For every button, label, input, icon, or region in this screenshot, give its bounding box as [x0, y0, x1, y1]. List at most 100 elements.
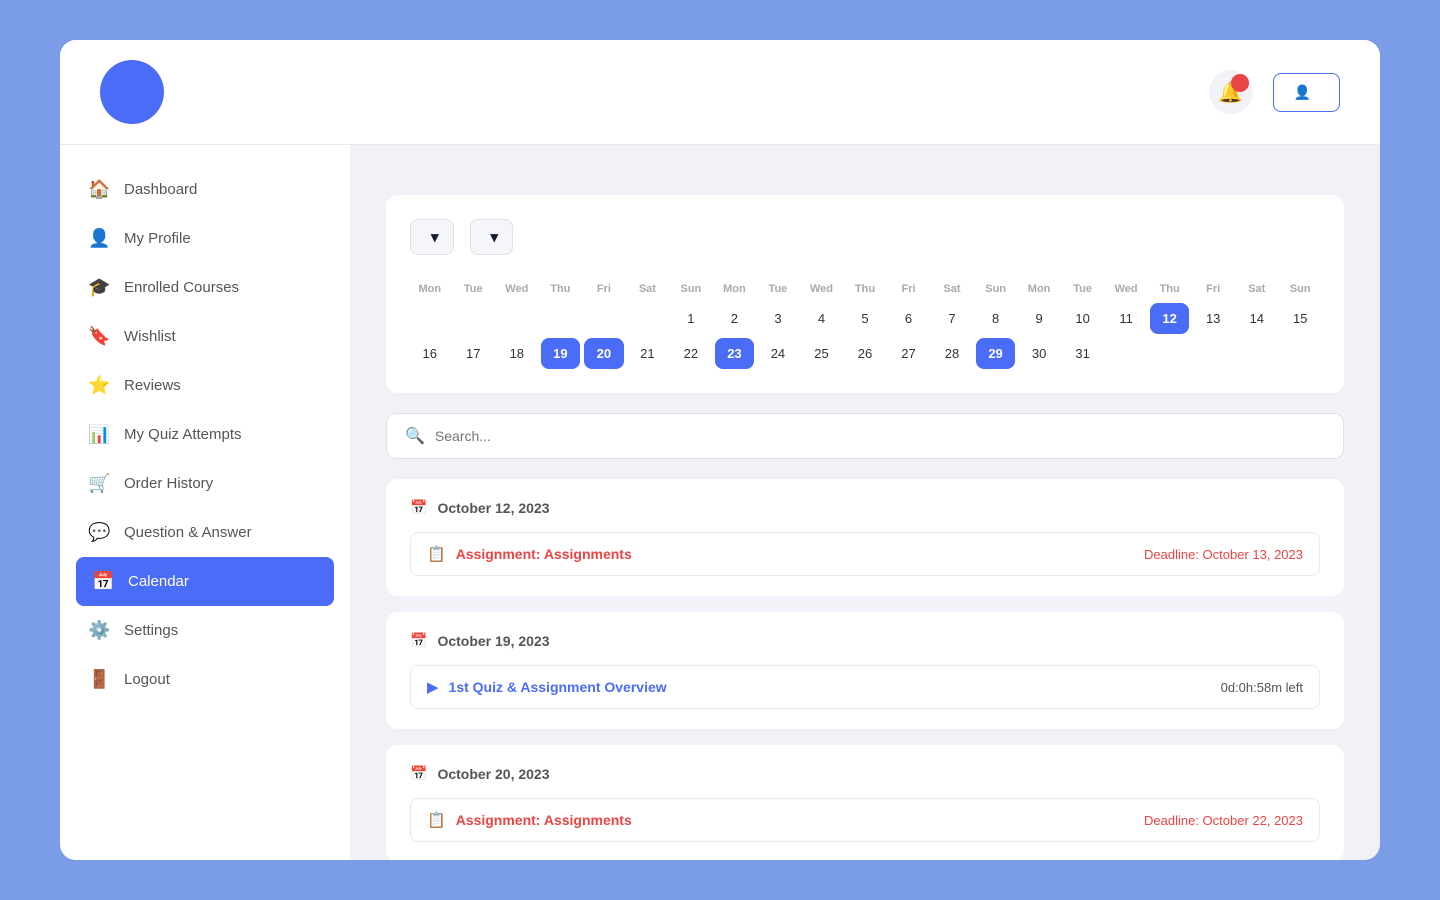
day-header: Sat — [628, 279, 668, 299]
notification-badge — [1231, 74, 1249, 92]
event-item[interactable]: ▶1st Quiz & Assignment Overview0d:0h:58m… — [410, 665, 1320, 709]
event-time-left: 0d:0h:58m left — [1221, 680, 1303, 695]
app-container: 🔔 👤 🏠 Dashboard 👤 My Profile 🎓 Enrolled — [60, 40, 1380, 860]
day-cell-empty — [454, 303, 494, 334]
search-icon: 🔍 — [405, 426, 425, 446]
calendar-icon: 📅 — [92, 571, 114, 592]
sidebar-item-order-history[interactable]: 🛒 Order History — [60, 459, 350, 508]
day-header: Mon — [715, 279, 755, 299]
day-cell[interactable]: 31 — [1063, 338, 1103, 369]
sidebar-label-my-profile: My Profile — [124, 230, 191, 247]
day-cell[interactable]: 16 — [410, 338, 450, 369]
day-cell[interactable]: 6 — [889, 303, 929, 334]
day-header: Fri — [1193, 279, 1233, 299]
day-cell[interactable]: 5 — [845, 303, 885, 334]
event-deadline: Deadline: October 13, 2023 — [1144, 547, 1303, 562]
day-cell[interactable]: 1 — [671, 303, 711, 334]
event-item-left: 📋 Assignment: Assignments — [427, 545, 632, 563]
day-header: Thu — [1150, 279, 1190, 299]
day-cell[interactable]: 14 — [1237, 303, 1277, 334]
event-item[interactable]: 📋Assignment: AssignmentsDeadline: Octobe… — [410, 798, 1320, 842]
year-select[interactable]: ▾ — [470, 219, 514, 255]
day-cell[interactable]: 2 — [715, 303, 755, 334]
event-item-left: 📋Assignment: Assignments — [427, 811, 632, 829]
day-cell-empty — [1193, 338, 1233, 369]
calendar-small-icon: 📅 — [410, 499, 427, 516]
event-date-text: October 19, 2023 — [437, 633, 549, 649]
day-cell[interactable]: 11 — [1106, 303, 1146, 334]
sidebar-item-dashboard[interactable]: 🏠 Dashboard — [60, 165, 350, 214]
event-section: 📅 October 12, 2023 📋 Assignment: Assignmen… — [386, 479, 1344, 596]
day-header: Sat — [1237, 279, 1277, 299]
day-cell[interactable]: 24 — [758, 338, 798, 369]
day-cell-empty — [1106, 338, 1146, 369]
notification-button[interactable]: 🔔 — [1209, 70, 1253, 114]
become-instructor-button[interactable]: 👤 — [1273, 73, 1340, 112]
day-cell[interactable]: 27 — [889, 338, 929, 369]
day-cell[interactable]: 17 — [454, 338, 494, 369]
event-date-header: 📅 October 12, 2023 — [410, 499, 1320, 516]
day-header: Fri — [889, 279, 929, 299]
day-cell[interactable]: 12 — [1150, 303, 1190, 334]
events-container: 📅 October 12, 2023 📋 Assignment: Assignmen… — [386, 479, 1344, 860]
day-header: Wed — [1106, 279, 1146, 299]
quiz-icon: ▶ — [427, 678, 439, 696]
day-cell[interactable]: 28 — [932, 338, 972, 369]
day-cell[interactable]: 18 — [497, 338, 537, 369]
sidebar-item-quiz-attempts[interactable]: 📊 My Quiz Attempts — [60, 410, 350, 459]
day-cell[interactable]: 7 — [932, 303, 972, 334]
day-cell[interactable]: 13 — [1193, 303, 1233, 334]
event-label: Assignment: Assignments — [456, 546, 632, 562]
day-header: Tue — [758, 279, 798, 299]
event-date-header: 📅 October 20, 2023 — [410, 765, 1320, 782]
day-header: Thu — [845, 279, 885, 299]
search-input[interactable] — [435, 428, 1325, 444]
day-cell[interactable]: 10 — [1063, 303, 1103, 334]
day-cell[interactable]: 25 — [802, 338, 842, 369]
day-cell[interactable]: 15 — [1280, 303, 1320, 334]
day-cell[interactable]: 30 — [1019, 338, 1059, 369]
day-cell[interactable]: 9 — [1019, 303, 1059, 334]
header-right: 🔔 👤 — [1209, 70, 1340, 114]
day-cell[interactable]: 23 — [715, 338, 755, 369]
calendar-small-icon: 📅 — [410, 765, 427, 782]
calendar-grid: MonTueWedThuFriSatSunMonTueWedThuFriSatS… — [410, 279, 1320, 369]
sidebar-item-wishlist[interactable]: 🔖 Wishlist — [60, 312, 350, 361]
event-date-text: October 20, 2023 — [437, 766, 549, 782]
sidebar-label-order-history: Order History — [124, 475, 213, 492]
day-cell[interactable]: 20 — [584, 338, 624, 369]
day-cell-empty — [541, 303, 581, 334]
day-cell[interactable]: 19 — [541, 338, 581, 369]
sidebar-label-wishlist: Wishlist — [124, 328, 176, 345]
day-cell[interactable]: 26 — [845, 338, 885, 369]
sidebar-item-reviews[interactable]: ⭐ Reviews — [60, 361, 350, 410]
day-header: Sun — [1280, 279, 1320, 299]
day-header: Wed — [497, 279, 537, 299]
day-cell[interactable]: 8 — [976, 303, 1016, 334]
sidebar-item-settings[interactable]: ⚙️ Settings — [60, 606, 350, 655]
day-cell[interactable]: 21 — [628, 338, 668, 369]
quiz-icon: 📊 — [88, 424, 110, 445]
day-cell[interactable]: 4 — [802, 303, 842, 334]
event-date-header: 📅 October 19, 2023 — [410, 632, 1320, 649]
day-cell-empty — [497, 303, 537, 334]
sidebar-label-dashboard: Dashboard — [124, 181, 197, 198]
reviews-icon: ⭐ — [88, 375, 110, 396]
header-left — [100, 60, 180, 124]
month-select[interactable]: ▾ — [410, 219, 454, 255]
sidebar-item-enrolled-courses[interactable]: 🎓 Enrolled Courses — [60, 263, 350, 312]
event-item[interactable]: 📋 Assignment: Assignments Deadline: Octobe… — [410, 532, 1320, 576]
day-cell-empty — [1237, 338, 1277, 369]
sidebar-item-calendar[interactable]: 📅 Calendar — [76, 557, 334, 606]
sidebar-item-qa[interactable]: 💬 Question & Answer — [60, 508, 350, 557]
avatar — [100, 60, 164, 124]
sidebar-item-my-profile[interactable]: 👤 My Profile — [60, 214, 350, 263]
day-cell[interactable]: 29 — [976, 338, 1016, 369]
sidebar: 🏠 Dashboard 👤 My Profile 🎓 Enrolled Cour… — [60, 145, 350, 860]
sidebar-item-logout[interactable]: 🚪 Logout — [60, 655, 350, 704]
day-cell[interactable]: 22 — [671, 338, 711, 369]
assignment-icon: 📋 — [427, 545, 446, 563]
day-header: Wed — [802, 279, 842, 299]
sidebar-label-logout: Logout — [124, 671, 170, 688]
day-cell[interactable]: 3 — [758, 303, 798, 334]
